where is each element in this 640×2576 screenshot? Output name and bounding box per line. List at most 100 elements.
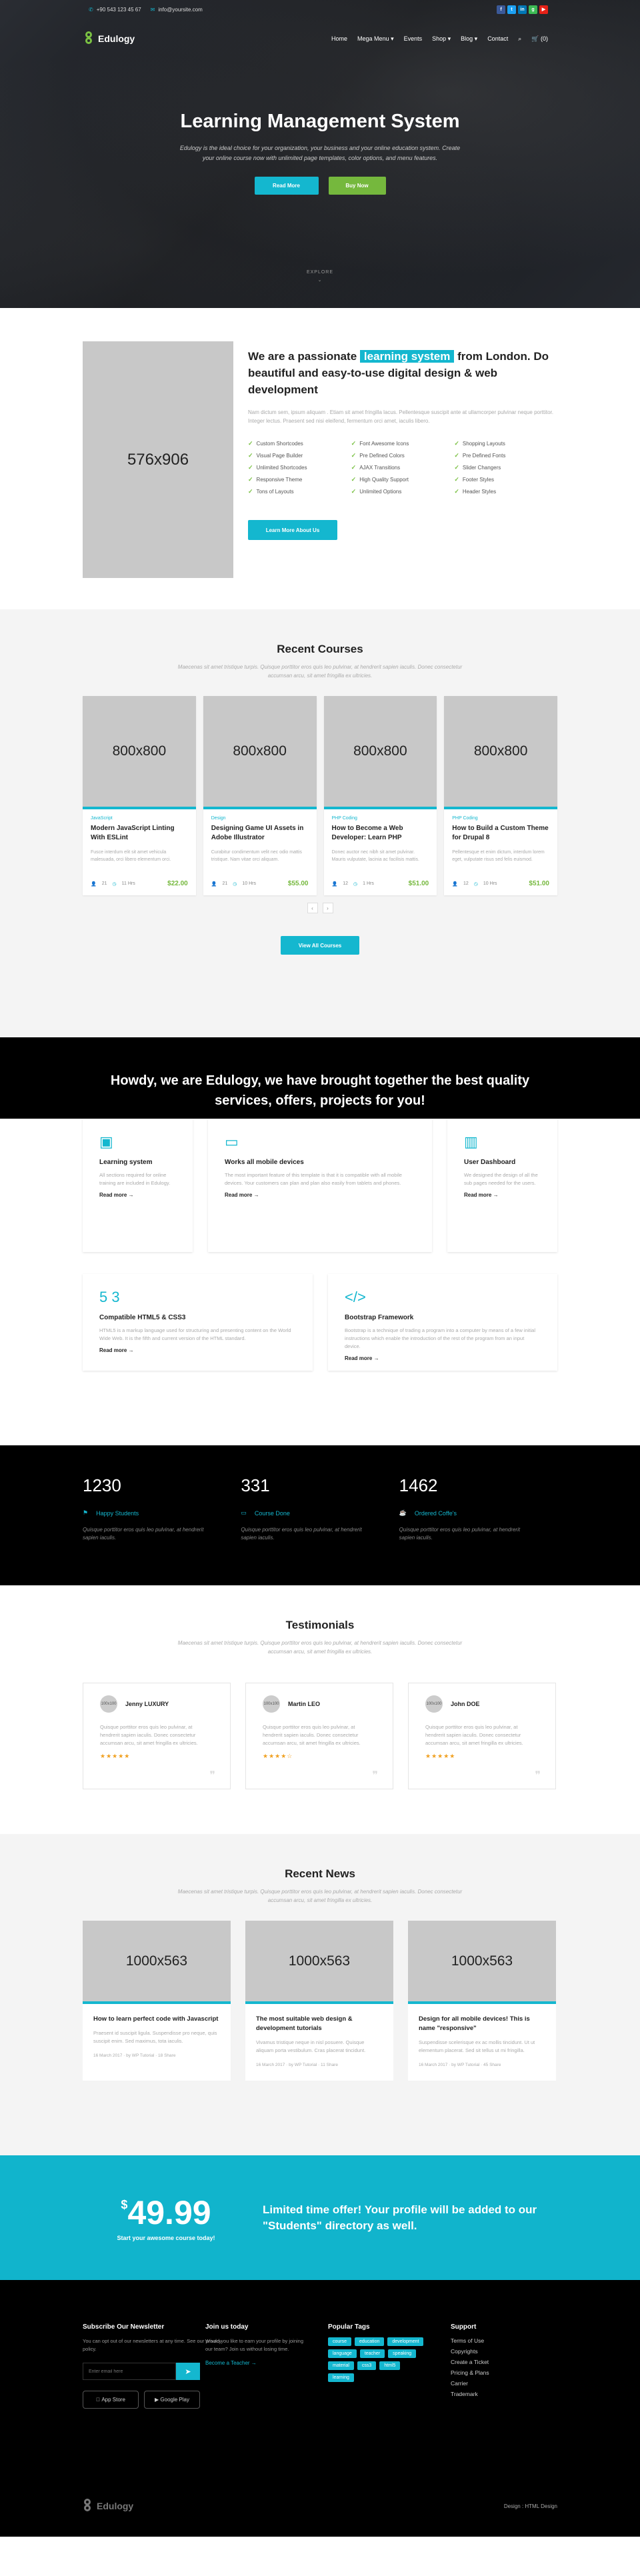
read-more-link[interactable]: Read more → <box>464 1192 499 1198</box>
tag-link[interactable]: css3 <box>357 2361 377 2370</box>
explore-link[interactable]: EXPLORE ⌄ <box>0 270 640 283</box>
avatar: 100x100 <box>425 1695 443 1713</box>
support-link[interactable]: Terms of Use <box>451 2337 544 2344</box>
tag-link[interactable]: development <box>387 2337 424 2346</box>
course-title[interactable]: Designing Game UI Assets in Adobe Illust… <box>211 824 309 843</box>
news-card[interactable]: 1000x563 The most suitable web design & … <box>245 1921 393 2081</box>
read-more-link[interactable]: Read more → <box>99 1347 134 1353</box>
course-card[interactable]: 800x800 Design Designing Game UI Assets … <box>203 696 317 895</box>
tag-link[interactable]: learning <box>328 2373 354 2382</box>
news-title[interactable]: The most suitable web design & developme… <box>256 2015 383 2033</box>
footer-heading: Join us today <box>205 2323 249 2331</box>
course-title[interactable]: Modern JavaScript Linting With ESLint <box>91 824 188 843</box>
course-title[interactable]: How to Build a Custom Theme for Drupal 8 <box>452 824 549 843</box>
news-meta: 16 March 2017 · by WP Tutorial · 45 Shar… <box>419 2063 501 2067</box>
support-link[interactable]: Copyrights <box>451 2348 544 2355</box>
search-icon[interactable]: ⌕ <box>518 35 521 43</box>
course-category[interactable]: Design <box>211 816 309 821</box>
user-icon: 👤 <box>452 881 458 887</box>
course-desc: Donec auctor nec nibh sit amet pulvinar.… <box>331 850 420 862</box>
section-title: Testimonials <box>285 1619 355 1631</box>
envelope-icon: ✉ <box>150 6 155 13</box>
course-price: $22.00 <box>167 880 188 887</box>
footer-credit: Design : HTML Design <box>503 2503 557 2509</box>
course-image: 800x800 <box>444 696 557 809</box>
google-play-badge[interactable]: ▶ Google Play <box>144 2391 200 2409</box>
facebook-icon[interactable]: f <box>497 5 505 14</box>
phone-icon: ✆ <box>89 6 93 13</box>
nav-events[interactable]: Events <box>404 35 423 42</box>
support-link[interactable]: Pricing & Plans <box>451 2369 544 2376</box>
coffee-icon: ☕ <box>399 1509 407 1516</box>
tag-link[interactable]: education <box>355 2337 385 2346</box>
support-link[interactable]: Create a Ticket <box>451 2359 544 2365</box>
support-link[interactable]: Carrier <box>451 2380 544 2387</box>
read-more-link[interactable]: Read more → <box>345 1355 379 1361</box>
news-image: 1000x563 <box>245 1921 393 2004</box>
news-card[interactable]: 1000x563 Design for all mobile devices! … <box>408 1921 556 2081</box>
counter: 1230 ⚑ Happy Students Quisque porttitor e… <box>83 1475 204 1541</box>
course-title[interactable]: How to Become a Web Developer: Learn PHP <box>332 824 429 843</box>
about-lead: Nam dictum sem, ipsum aliquam . Etiam si… <box>248 409 553 424</box>
youtube-icon[interactable]: ▶ <box>539 5 548 14</box>
nav-contact[interactable]: Contact <box>487 35 508 42</box>
star-rating: ★★★★☆ <box>263 1753 293 1759</box>
course-card[interactable]: 800x800 PHP Coding How to Build a Custom… <box>444 696 557 895</box>
phone-info[interactable]: ✆ +90 543 123 45 67 <box>89 7 141 13</box>
read-more-link[interactable]: Read more → <box>225 1192 259 1198</box>
course-category[interactable]: PHP Coding <box>452 816 549 821</box>
course-card[interactable]: 800x800 PHP Coding How to Become a Web D… <box>323 696 437 895</box>
google-icon[interactable]: g <box>529 5 537 14</box>
check-icon: ✓ <box>248 488 253 495</box>
buy-now-button[interactable]: Buy Now <box>328 177 386 195</box>
feature-item: ✓ Footer Styles <box>454 476 495 483</box>
tag-link[interactable]: language <box>328 2349 357 2358</box>
view-all-courses-button[interactable]: View All Courses <box>281 936 359 955</box>
section-title: Recent Courses <box>277 643 363 655</box>
newsletter-email-input[interactable] <box>83 2363 176 2380</box>
avatar: 100x100 <box>100 1695 117 1713</box>
news-title[interactable]: Design for all mobile devices! This is n… <box>419 2015 545 2033</box>
footer: Subscribe Our Newsletter You can opt out… <box>0 2280 640 2537</box>
nav-blog[interactable]: Blog ▾ <box>461 35 477 43</box>
tag-link[interactable]: teacher <box>359 2349 385 2358</box>
newsletter-submit-button[interactable]: ➤ <box>176 2363 200 2380</box>
course-card[interactable]: 800x800 JavaScript Modern JavaScript Lin… <box>83 696 196 895</box>
feature-list: ✓ Custom Shortcodes ✓ Font Awesome Icons ✓… <box>248 440 557 495</box>
check-icon: ✓ <box>454 440 459 447</box>
nav-shop[interactable]: Shop ▾ <box>432 35 451 43</box>
site-logo[interactable]: Edulogy <box>84 31 135 46</box>
tag-link[interactable]: html5 <box>379 2361 401 2370</box>
cart-button[interactable]: 🛒 (0) <box>531 35 548 43</box>
testimonial-card: 100x100 Martin LEO Quisque porttitor eros… <box>245 1683 393 1789</box>
news-title[interactable]: How to learn perfect code with Javascrip… <box>93 2015 220 2024</box>
twitter-icon[interactable]: t <box>507 5 516 14</box>
carousel-next-button[interactable]: › <box>322 903 333 913</box>
tag-link[interactable]: material <box>328 2361 354 2370</box>
linkedin-icon[interactable]: in <box>518 5 527 14</box>
news-meta: 16 March 2017 · by WP Tutorial · 18 Shar… <box>93 2053 176 2058</box>
news-card[interactable]: 1000x563 How to learn perfect code with … <box>83 1921 231 2081</box>
nav-mega-menu[interactable]: Mega Menu ▾ <box>357 35 394 43</box>
email-info[interactable]: ✉ info@yoursite.com <box>151 7 203 13</box>
clock-icon: ◷ <box>233 881 237 887</box>
nav-home[interactable]: Home <box>331 35 347 42</box>
check-icon: ✓ <box>351 452 357 459</box>
become-teacher-link[interactable]: Become a Teacher → <box>205 2360 328 2366</box>
app-store-badge[interactable]:  App Store <box>83 2391 139 2409</box>
read-more-link[interactable]: Read more → <box>99 1192 134 1198</box>
check-icon: ✓ <box>248 476 253 483</box>
tag-link[interactable]: course <box>328 2337 352 2346</box>
course-desc: Pellentesque et enim dictum, interdum lo… <box>452 850 545 862</box>
footer-logo[interactable]: Edulogy <box>83 2499 133 2513</box>
carousel-prev-button[interactable]: ‹ <box>307 903 318 913</box>
course-category[interactable]: JavaScript <box>91 816 188 821</box>
courses-section: Recent Courses Maecenas sit amet tristiq… <box>0 609 640 1037</box>
support-link[interactable]: Trademark <box>451 2391 544 2397</box>
top-bar: ✆ +90 543 123 45 67 ✉ info@yoursite.com f … <box>0 0 640 19</box>
feature-item: ✓ Unlimited Shortcodes <box>248 464 307 471</box>
learn-more-button[interactable]: Learn More About Us <box>248 520 337 540</box>
course-category[interactable]: PHP Coding <box>332 816 429 821</box>
read-more-button[interactable]: Read More <box>254 177 319 195</box>
tag-link[interactable]: speaking <box>388 2349 417 2358</box>
